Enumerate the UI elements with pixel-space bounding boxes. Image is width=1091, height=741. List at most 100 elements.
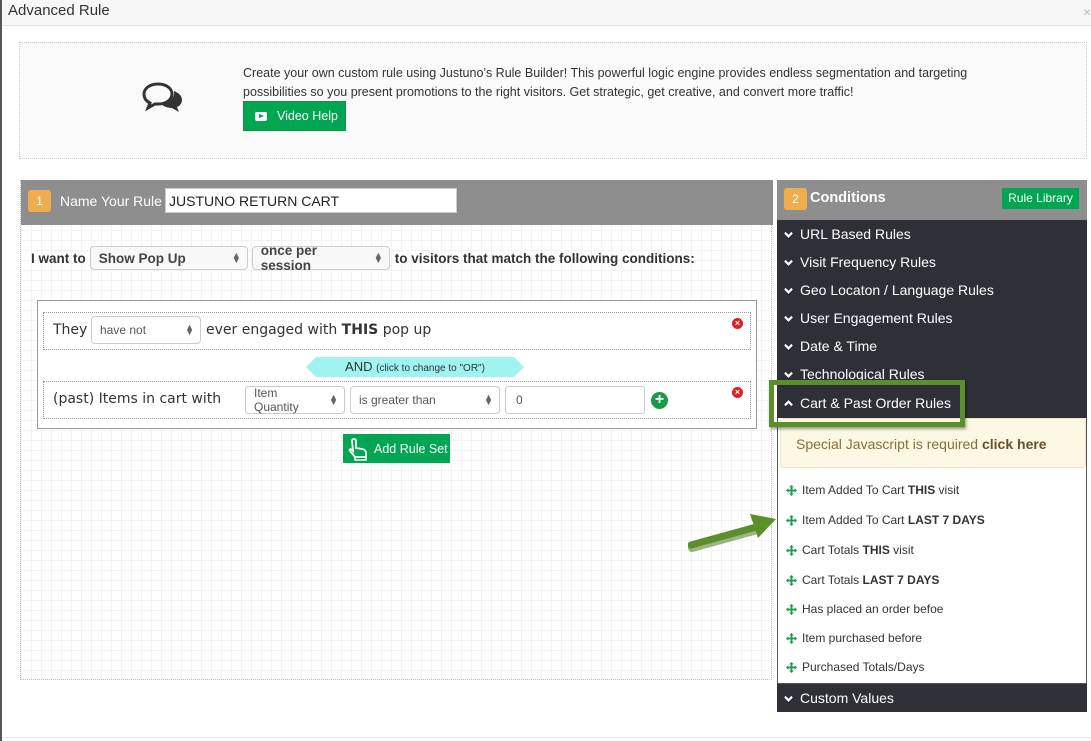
category-cart-past-order[interactable]: Cart & Past Order Rules <box>777 388 1087 418</box>
category-label: Technological Rules <box>800 366 925 382</box>
hand-pointer-icon <box>348 437 367 461</box>
category-label: URL Based Rules <box>800 226 911 242</box>
rule-row: They have not ▲ ▼ ever engaged with THIS … <box>43 312 751 350</box>
move-icon <box>786 632 797 644</box>
rule-builder-panel: 1 Name Your Rule I want to Show Pop Up ▲… <box>20 180 773 680</box>
category-label: Date & Time <box>800 338 878 354</box>
field-select-value: Item Quantity <box>254 386 299 414</box>
intro-text: Create your own custom rule using Justun… <box>243 66 968 99</box>
rule-library-button[interactable]: Rule Library <box>1002 188 1079 209</box>
chevron-down-icon <box>784 231 793 238</box>
condition-item[interactable]: Item Added To Cart LAST 7 DAYS <box>786 513 985 527</box>
category-geo-location[interactable]: Geo Locaton / Language Rules <box>777 276 1087 304</box>
amount-input[interactable]: 0 <box>505 386 645 414</box>
condition-text: Cart Totals <box>802 543 860 557</box>
conditions-panel: 2 Conditions Rule Library URL Based Rule… <box>777 180 1087 712</box>
chevron-down-icon <box>784 259 793 266</box>
intro-panel: Create your own custom rule using Justun… <box>19 42 1087 159</box>
condition-bold: THIS <box>907 483 936 497</box>
frequency-select[interactable]: once per session ▲ ▼ <box>251 243 390 273</box>
select-arrows-icon: ▲ ▼ <box>329 392 338 407</box>
select-arrows-icon: ▲ ▼ <box>185 322 194 337</box>
want-prefix: I want to <box>31 250 86 266</box>
category-custom-values[interactable]: Custom Values <box>777 684 1087 712</box>
condition-item[interactable]: Item Added To Cart THIS visit <box>786 483 959 497</box>
action-select[interactable]: Show Pop Up ▲ ▼ <box>89 246 248 270</box>
modal-header: Advanced Rule × <box>2 0 1091 26</box>
category-technological[interactable]: Technological Rules <box>777 360 1087 388</box>
category-label: Custom Values <box>800 690 894 706</box>
field-select[interactable]: Item Quantity ▲ ▼ <box>245 386 345 414</box>
category-label: Visit Frequency Rules <box>800 254 936 270</box>
delete-rule-icon[interactable]: × <box>732 318 743 329</box>
condition-bold: LAST 7 DAYS <box>862 573 940 587</box>
add-rule-set-button[interactable]: Add Rule Set <box>343 434 450 463</box>
condition-text: Cart Totals <box>802 573 860 587</box>
alert-text: Special Javascript is required <box>796 436 979 452</box>
chevron-down-icon <box>784 343 793 350</box>
rule-name-input[interactable] <box>165 188 457 213</box>
rule-text-bold: THIS <box>341 322 379 338</box>
select-arrows-icon: ▲ ▼ <box>373 250 383 265</box>
rule-description: ever engaged with THIS pop up <box>206 322 431 338</box>
category-label: User Engagement Rules <box>800 310 953 326</box>
rule-text-after: pop up <box>382 322 432 338</box>
condition-after: visit <box>893 543 914 557</box>
category-visit-frequency[interactable]: Visit Frequency Rules <box>777 248 1087 276</box>
rule-row: (past) Items in cart with Item Quantity … <box>43 381 751 419</box>
connector-hint: (click to change to "OR") <box>376 363 485 374</box>
condition-text: Item purchased before <box>802 631 923 645</box>
move-icon <box>786 484 797 496</box>
video-help-label: Video Help <box>277 109 338 123</box>
category-date-time[interactable]: Date & Time <box>777 332 1087 360</box>
move-icon <box>786 574 797 586</box>
action-select-value: Show Pop Up <box>98 250 186 266</box>
condition-text: Purchased Totals/Days <box>802 660 925 674</box>
add-rule-set-label: Add Rule Set <box>374 441 448 456</box>
operator-select[interactable]: is greater than ▲ ▼ <box>350 386 500 414</box>
click-here-link[interactable]: click here <box>982 436 1047 452</box>
chevron-down-icon <box>784 287 793 294</box>
rule-prefix: (past) Items in cart with <box>53 391 222 407</box>
category-url-based[interactable]: URL Based Rules <box>777 220 1087 248</box>
chevron-down-icon <box>784 695 793 702</box>
move-icon <box>786 661 797 673</box>
modal-title: Advanced Rule <box>8 2 110 19</box>
youtube-play-icon <box>255 111 267 121</box>
delete-rule-icon[interactable]: × <box>732 387 743 398</box>
close-icon[interactable]: × <box>1083 4 1091 20</box>
select-arrows-icon: ▲ ▼ <box>484 392 493 407</box>
video-help-button[interactable]: Video Help <box>243 101 346 131</box>
add-condition-icon[interactable]: + <box>651 392 668 409</box>
category-user-engagement[interactable]: User Engagement Rules <box>777 304 1087 332</box>
rule-prefix: They <box>53 322 88 338</box>
modal-footer-divider <box>2 737 1091 738</box>
select-arrows-icon: ▲ ▼ <box>231 250 241 265</box>
operator-select-value: is greater than <box>359 393 436 407</box>
want-suffix: to visitors that match the following con… <box>394 250 695 266</box>
condition-bold: LAST 7 DAYS <box>907 513 985 527</box>
condition-text: Item Added To Cart <box>802 483 905 497</box>
step1-header: 1 Name Your Rule <box>21 180 773 225</box>
step2-header: 2 Conditions Rule Library <box>777 180 1087 220</box>
comments-icon <box>142 82 182 112</box>
condition-text: Item Added To Cart <box>802 513 905 527</box>
annotation-arrow-icon <box>688 514 776 552</box>
and-or-toggle[interactable]: AND (click to change to "OR") <box>306 357 524 377</box>
condition-item[interactable]: Purchased Totals/Days <box>786 660 925 674</box>
category-label: Geo Locaton / Language Rules <box>800 282 994 298</box>
condition-item[interactable]: Has placed an order befoe <box>786 602 943 616</box>
move-icon <box>786 603 797 615</box>
want-sentence: I want to Show Pop Up ▲ ▼ once per sessio… <box>31 243 695 273</box>
step-badge: 2 <box>784 188 807 210</box>
condition-text: Has placed an order befoe <box>802 602 944 616</box>
condition-item[interactable]: Item purchased before <box>786 631 922 645</box>
name-rule-label: Name Your Rule <box>60 193 162 209</box>
advanced-rule-modal: Advanced Rule × Create your own custom r… <box>0 0 1091 741</box>
condition-item[interactable]: Cart Totals THIS visit <box>786 543 914 557</box>
conditions-label: Conditions <box>810 190 886 206</box>
engagement-select[interactable]: have not ▲ ▼ <box>91 316 201 344</box>
chevron-up-icon <box>784 399 793 406</box>
condition-item[interactable]: Cart Totals LAST 7 DAYS <box>786 573 939 587</box>
connector-main: AND <box>345 359 373 374</box>
